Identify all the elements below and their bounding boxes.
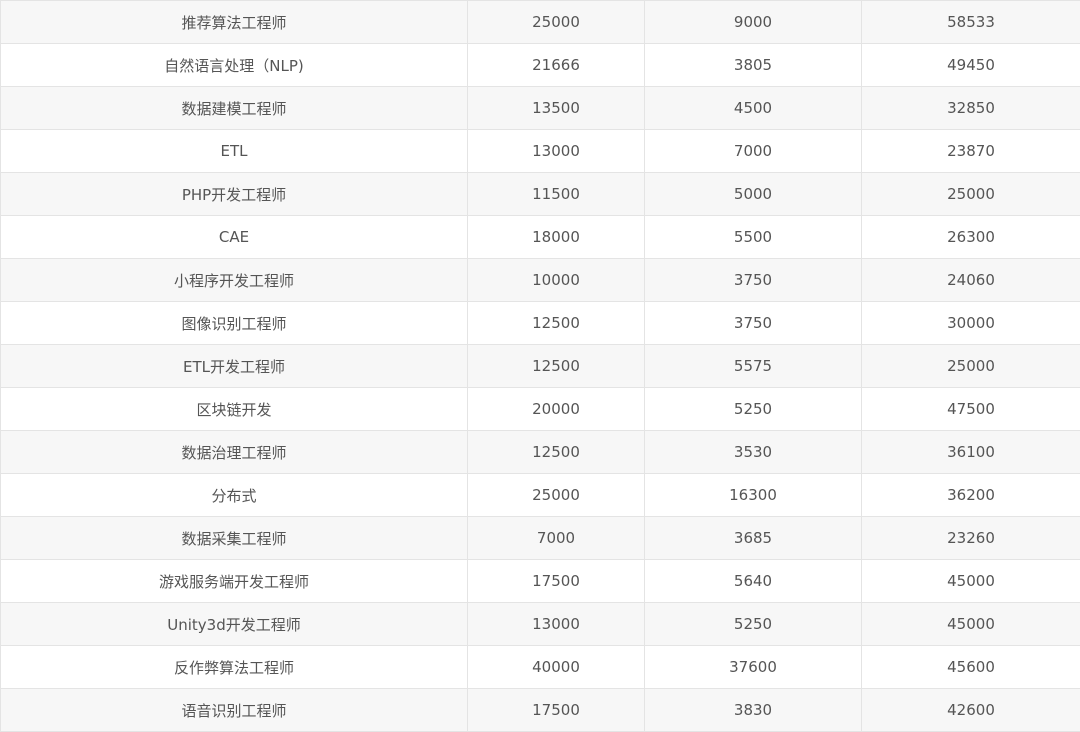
value-col-3-cell: 3750 [645,259,862,302]
value-col-4-cell: 23870 [862,130,1080,173]
table-row: 区块链开发20000525047500 [1,388,1080,431]
table-row: ETL13000700023870 [1,130,1080,173]
job-title-cell: 数据治理工程师 [1,431,468,474]
value-col-3-cell: 5250 [645,388,862,431]
job-title-cell: 数据采集工程师 [1,517,468,560]
value-col-3-cell: 5575 [645,345,862,388]
value-col-2-cell: 40000 [468,646,645,689]
value-col-2-cell: 13000 [468,130,645,173]
job-title-cell: 小程序开发工程师 [1,259,468,302]
value-col-2-cell: 13000 [468,603,645,646]
value-col-4-cell: 58533 [862,1,1080,44]
value-col-3-cell: 3830 [645,689,862,732]
job-title-cell: Unity3d开发工程师 [1,603,468,646]
value-col-3-cell: 16300 [645,474,862,517]
job-title-cell: 游戏服务端开发工程师 [1,560,468,603]
table-row: PHP开发工程师11500500025000 [1,173,1080,216]
value-col-4-cell: 25000 [862,173,1080,216]
table-row: 数据建模工程师13500450032850 [1,87,1080,130]
value-col-4-cell: 26300 [862,216,1080,259]
value-col-3-cell: 5000 [645,173,862,216]
value-col-2-cell: 25000 [468,474,645,517]
value-col-2-cell: 17500 [468,689,645,732]
value-col-4-cell: 42600 [862,689,1080,732]
value-col-2-cell: 12500 [468,431,645,474]
value-col-2-cell: 17500 [468,560,645,603]
table-row: ETL开发工程师12500557525000 [1,345,1080,388]
value-col-4-cell: 36100 [862,431,1080,474]
table-row: 自然语言处理（NLP)21666380549450 [1,44,1080,87]
value-col-4-cell: 45000 [862,560,1080,603]
value-col-3-cell: 4500 [645,87,862,130]
table-row: 分布式250001630036200 [1,474,1080,517]
value-col-2-cell: 25000 [468,1,645,44]
value-col-3-cell: 9000 [645,1,862,44]
job-title-cell: PHP开发工程师 [1,173,468,216]
salary-table: 推荐算法工程师25000900058533自然语言处理（NLP)21666380… [0,0,1080,732]
table-body: 推荐算法工程师25000900058533自然语言处理（NLP)21666380… [1,1,1080,732]
value-col-3-cell: 3805 [645,44,862,87]
table-row: CAE18000550026300 [1,216,1080,259]
value-col-2-cell: 18000 [468,216,645,259]
job-title-cell: 图像识别工程师 [1,302,468,345]
value-col-2-cell: 7000 [468,517,645,560]
value-col-3-cell: 5250 [645,603,862,646]
value-col-4-cell: 23260 [862,517,1080,560]
value-col-3-cell: 5640 [645,560,862,603]
value-col-4-cell: 47500 [862,388,1080,431]
table-row: 语音识别工程师17500383042600 [1,689,1080,732]
value-col-4-cell: 24060 [862,259,1080,302]
value-col-3-cell: 3685 [645,517,862,560]
table-row: Unity3d开发工程师13000525045000 [1,603,1080,646]
value-col-4-cell: 49450 [862,44,1080,87]
value-col-2-cell: 10000 [468,259,645,302]
value-col-2-cell: 20000 [468,388,645,431]
job-title-cell: CAE [1,216,468,259]
value-col-2-cell: 12500 [468,302,645,345]
value-col-2-cell: 12500 [468,345,645,388]
value-col-2-cell: 21666 [468,44,645,87]
job-title-cell: ETL [1,130,468,173]
value-col-4-cell: 45000 [862,603,1080,646]
job-title-cell: 推荐算法工程师 [1,1,468,44]
job-title-cell: 数据建模工程师 [1,87,468,130]
value-col-3-cell: 3530 [645,431,862,474]
value-col-4-cell: 36200 [862,474,1080,517]
value-col-4-cell: 45600 [862,646,1080,689]
job-title-cell: 区块链开发 [1,388,468,431]
table-row: 小程序开发工程师10000375024060 [1,259,1080,302]
value-col-4-cell: 30000 [862,302,1080,345]
job-title-cell: 语音识别工程师 [1,689,468,732]
value-col-3-cell: 5500 [645,216,862,259]
value-col-3-cell: 7000 [645,130,862,173]
table-row: 图像识别工程师12500375030000 [1,302,1080,345]
job-title-cell: 分布式 [1,474,468,517]
value-col-4-cell: 32850 [862,87,1080,130]
value-col-3-cell: 3750 [645,302,862,345]
table-row: 推荐算法工程师25000900058533 [1,1,1080,44]
value-col-2-cell: 11500 [468,173,645,216]
value-col-2-cell: 13500 [468,87,645,130]
salary-table-container: 推荐算法工程师25000900058533自然语言处理（NLP)21666380… [0,0,1080,730]
value-col-3-cell: 37600 [645,646,862,689]
value-col-4-cell: 25000 [862,345,1080,388]
table-row: 反作弊算法工程师400003760045600 [1,646,1080,689]
table-row: 游戏服务端开发工程师17500564045000 [1,560,1080,603]
table-row: 数据采集工程师7000368523260 [1,517,1080,560]
job-title-cell: ETL开发工程师 [1,345,468,388]
table-row: 数据治理工程师12500353036100 [1,431,1080,474]
job-title-cell: 反作弊算法工程师 [1,646,468,689]
job-title-cell: 自然语言处理（NLP) [1,44,468,87]
